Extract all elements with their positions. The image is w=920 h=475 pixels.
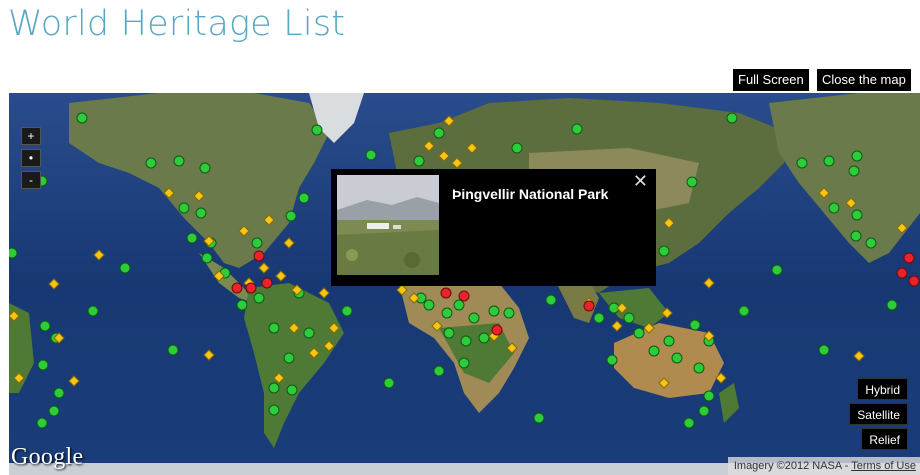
- satellite-button[interactable]: Satellite: [849, 403, 908, 425]
- page-title: World Heritage List: [8, 4, 346, 44]
- popup-title: Þingvellir National Park: [452, 186, 609, 202]
- close-map-button[interactable]: Close the map: [817, 69, 911, 91]
- close-icon[interactable]: ✕: [633, 171, 648, 192]
- map-attribution: Imagery ©2012 NASA - Terms of Use: [727, 457, 920, 475]
- zoom-out-button[interactable]: -: [21, 171, 41, 189]
- hybrid-button[interactable]: Hybrid: [857, 378, 908, 400]
- terms-of-use-link[interactable]: Terms of Use: [851, 460, 916, 472]
- site-info-popup: Þingvellir National Park ✕: [331, 169, 656, 286]
- imagery-credit: Imagery ©2012 NASA -: [733, 460, 852, 472]
- zoom-in-button[interactable]: +: [21, 127, 41, 145]
- google-logo: Google: [11, 444, 84, 470]
- site-photo: [337, 175, 439, 275]
- relief-button[interactable]: Relief: [861, 428, 908, 450]
- zoom-reset-button[interactable]: •: [21, 149, 41, 167]
- full-screen-button[interactable]: Full Screen: [733, 69, 809, 91]
- world-map[interactable]: + • - Þingvellir National Park ✕ Hybrid …: [9, 93, 920, 475]
